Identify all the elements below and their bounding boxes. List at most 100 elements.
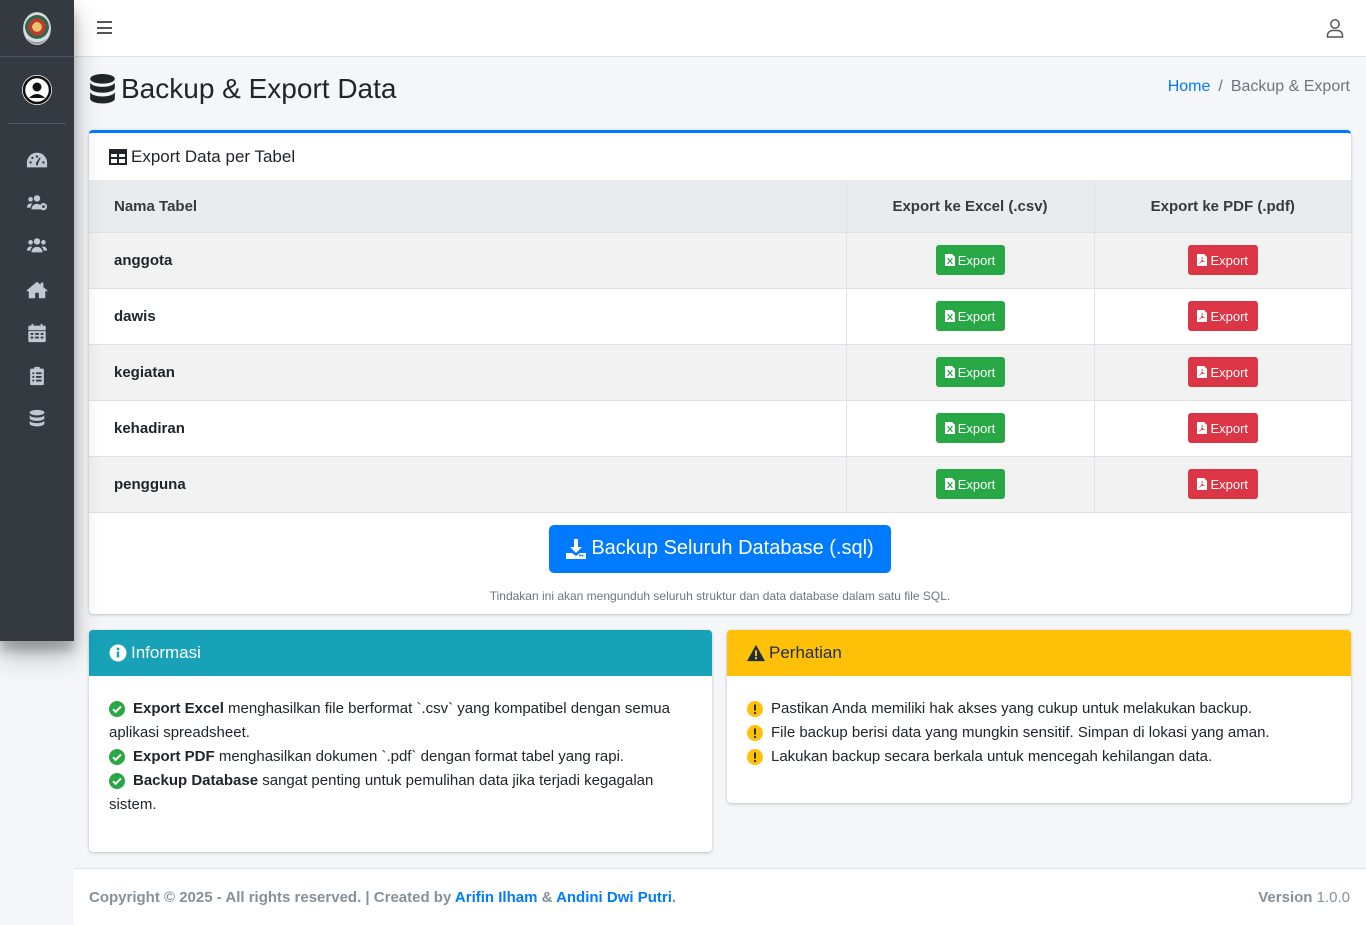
- export-excel-button[interactable]: Export: [935, 301, 1005, 331]
- version-number: 1.0.0: [1316, 889, 1350, 906]
- table-row: kegiatan Export Export: [89, 344, 1351, 401]
- footer: Copyright © 2025 - All rights reserved. …: [74, 868, 1366, 925]
- file-pdf-icon: [1197, 310, 1208, 322]
- page-title-text: Backup & Export Data: [121, 73, 397, 104]
- export-excel-button[interactable]: Export: [935, 413, 1005, 443]
- file-excel-icon: [944, 422, 955, 434]
- app-logo[interactable]: [23, 11, 51, 45]
- info-card-title: Informasi: [131, 643, 201, 662]
- file-pdf-icon: [1197, 422, 1208, 434]
- users-cog-icon: [26, 195, 48, 211]
- author-separator: &: [537, 889, 557, 906]
- export-pdf-label: Export: [1210, 308, 1249, 324]
- brand[interactable]: [0, 0, 74, 57]
- column-header-pdf: Export ke PDF (.pdf): [1094, 181, 1351, 233]
- exclamation-circle-icon: [747, 725, 763, 741]
- sidebar-item-attendance[interactable]: [0, 354, 74, 397]
- version-label: Version: [1258, 889, 1313, 906]
- author-link-2[interactable]: Andini Dwi Putri: [556, 889, 672, 906]
- file-excel-icon: [944, 478, 955, 490]
- pdf-cell: Export: [1094, 288, 1351, 345]
- sidebar-item-calendar[interactable]: [0, 311, 74, 354]
- sidebar-item-members[interactable]: [0, 225, 74, 268]
- check-circle-icon: [109, 749, 125, 765]
- info-list-item: Backup Database sangat penting untuk pem…: [109, 769, 692, 817]
- warning-list-item: Pastikan Anda memiliki hak akses yang cu…: [747, 697, 1331, 721]
- table-header-row: Nama Tabel Export ke Excel (.csv) Export…: [89, 181, 1351, 233]
- export-excel-button[interactable]: Export: [935, 469, 1005, 499]
- info-card-body: Export Excel menghasilkan file berformat…: [89, 676, 712, 817]
- pdf-cell: Export: [1094, 456, 1351, 513]
- user-avatar-icon[interactable]: [22, 75, 52, 105]
- author-link-1[interactable]: Arifin Ilham: [455, 889, 538, 906]
- sidebar-nav: [0, 138, 74, 441]
- excel-cell: Export: [846, 344, 1095, 401]
- download-icon: [566, 538, 587, 559]
- sidebar-item-dashboard[interactable]: [0, 138, 74, 181]
- table-row: pengguna Export Export: [89, 456, 1351, 513]
- info-item-text: menghasilkan dokumen `.pdf` dengan forma…: [214, 748, 625, 765]
- export-pdf-button[interactable]: Export: [1187, 413, 1258, 443]
- export-excel-label: Export: [957, 252, 996, 268]
- info-list-item: Export Excel menghasilkan file berformat…: [109, 697, 692, 745]
- tachometer-icon: [26, 152, 48, 167]
- top-navbar: [74, 0, 1366, 57]
- file-excel-icon: [944, 366, 955, 378]
- export-card-title: Export Data per Tabel: [131, 146, 296, 166]
- users-icon: [26, 238, 48, 253]
- backup-database-button[interactable]: Backup Seluruh Database (.sql): [549, 524, 891, 573]
- sidebar-item-backup[interactable]: [0, 398, 74, 441]
- table-name-cell: kegiatan: [89, 344, 847, 401]
- export-pdf-button[interactable]: Export: [1187, 301, 1258, 331]
- database-icon: [29, 410, 45, 427]
- sidebar-item-user-management[interactable]: [0, 181, 74, 224]
- info-card-header: Informasi: [89, 630, 712, 676]
- warning-triangle-icon: [747, 644, 765, 662]
- sidebar: [0, 0, 74, 641]
- footer-version: Version 1.0.0: [1258, 889, 1350, 906]
- breadcrumb-current: Backup & Export: [1230, 78, 1350, 95]
- info-item-bold: Export PDF: [133, 748, 215, 765]
- info-item-bold: Backup Database: [133, 772, 259, 789]
- warning-card-header: Perhatian: [727, 630, 1351, 676]
- export-pdf-label: Export: [1210, 364, 1249, 380]
- export-excel-label: Export: [957, 364, 996, 380]
- excel-cell: Export: [846, 288, 1095, 345]
- table-icon: [109, 148, 127, 165]
- warning-item-text: File backup berisi data yang mungkin sen…: [771, 724, 1270, 741]
- breadcrumb: Home / Backup & Export: [1168, 78, 1350, 96]
- info-list-item: Export PDF menghasilkan dokumen `.pdf` d…: [109, 745, 692, 769]
- file-excel-icon: [944, 254, 955, 266]
- export-excel-button[interactable]: Export: [935, 357, 1005, 387]
- backup-area: Backup Seluruh Database (.sql) Tindakan …: [89, 513, 1351, 603]
- export-pdf-button[interactable]: Export: [1187, 245, 1258, 275]
- check-circle-icon: [109, 701, 125, 717]
- export-excel-label: Export: [957, 308, 996, 324]
- exclamation-circle-icon: [747, 701, 763, 717]
- user-account-icon[interactable]: [1326, 18, 1344, 38]
- table-name-cell: kehadiran: [89, 400, 847, 457]
- clipboard-icon: [30, 366, 44, 386]
- menu-toggle-icon[interactable]: [97, 21, 112, 34]
- export-card-header: Export Data per Tabel: [89, 133, 1351, 181]
- excel-cell: Export: [846, 232, 1095, 289]
- warning-list-item: Lakukan backup secara berkala untuk menc…: [747, 745, 1331, 769]
- export-excel-label: Export: [957, 420, 996, 436]
- warning-card: Perhatian Pastikan Anda memiliki hak aks…: [727, 630, 1351, 803]
- export-table: Nama Tabel Export ke Excel (.csv) Export…: [89, 181, 1351, 513]
- backup-note: Tindakan ini akan mengunduh seluruh stru…: [489, 588, 951, 603]
- info-card: Informasi Export Excel menghasilkan file…: [89, 630, 712, 852]
- warning-card-body: Pastikan Anda memiliki hak akses yang cu…: [727, 676, 1351, 769]
- sidebar-item-home[interactable]: [0, 268, 74, 311]
- table-row: anggota Export Export: [89, 232, 1351, 289]
- backup-button-label: Backup Seluruh Database (.sql): [591, 537, 874, 559]
- pdf-cell: Export: [1094, 400, 1351, 457]
- warning-item-text: Pastikan Anda memiliki hak akses yang cu…: [771, 700, 1253, 717]
- check-circle-icon: [109, 773, 125, 789]
- export-excel-button[interactable]: Export: [935, 245, 1005, 275]
- export-pdf-button[interactable]: Export: [1187, 469, 1258, 499]
- table-row: kehadiran Export Export: [89, 400, 1351, 457]
- export-pdf-button[interactable]: Export: [1187, 357, 1258, 387]
- warning-item-text: Lakukan backup secara berkala untuk menc…: [771, 748, 1213, 765]
- breadcrumb-home-link[interactable]: Home: [1168, 78, 1211, 95]
